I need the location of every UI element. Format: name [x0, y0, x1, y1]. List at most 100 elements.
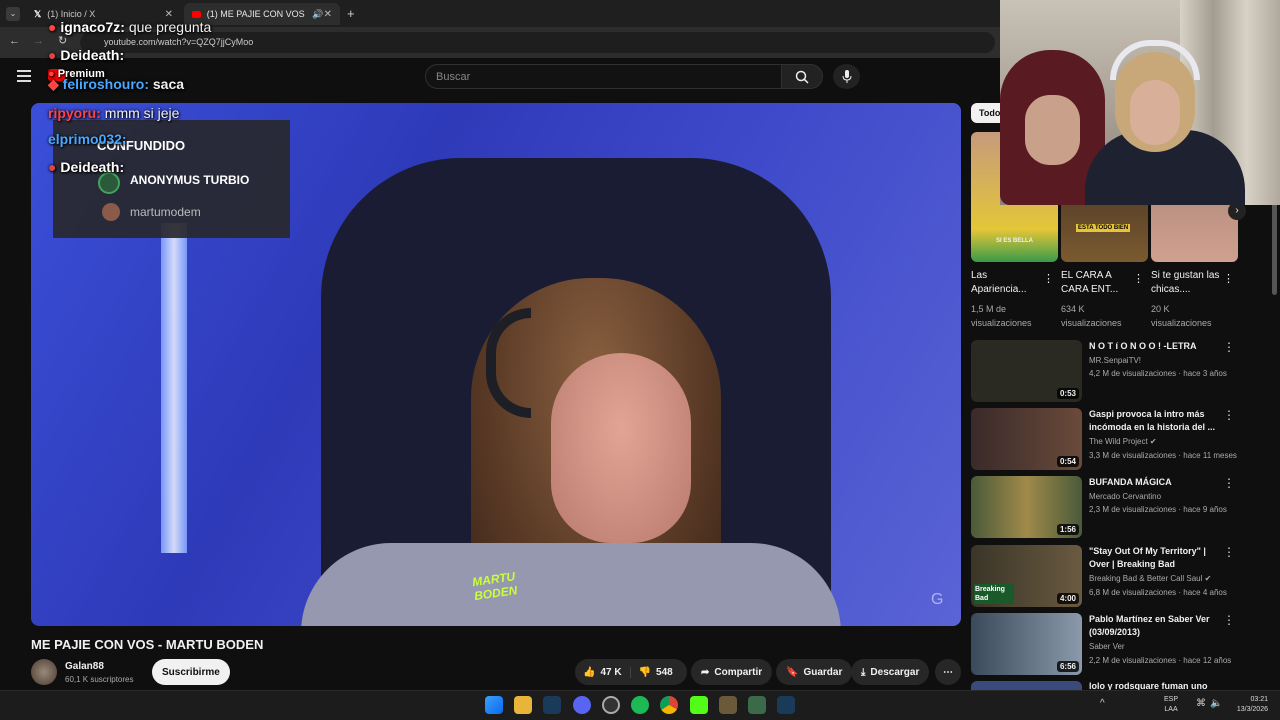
file-explorer-icon[interactable]	[514, 696, 532, 714]
tab-title: (1) ME PAJIE CON VOS - M	[206, 9, 307, 19]
video-menu-icon[interactable]: ⋮	[1223, 613, 1235, 627]
steam-icon[interactable]	[543, 696, 561, 714]
dislike-button[interactable]: 👎 548	[631, 667, 681, 678]
related-video[interactable]: 6:56 Pablo Martínez en Saber Ver (03/09/…	[971, 613, 1251, 677]
channel-watermark-icon: G	[931, 591, 944, 608]
short-menu-icon[interactable]: ⋮	[1133, 272, 1144, 285]
tab-list-button[interactable]: ⌄	[6, 7, 20, 21]
discord-user: ANONYMUS TURBIO	[130, 173, 250, 187]
discord-icon[interactable]	[573, 696, 591, 714]
windows-start-icon[interactable]	[485, 696, 503, 714]
streamer-webcam-overlay	[1000, 0, 1280, 205]
x-logo-icon: 𝕏	[34, 8, 42, 19]
like-dislike-group: 👍 47 K 👎 548	[575, 659, 687, 685]
video-player[interactable]: MARTU BODEN G CONFUNDIDO ANONYMUS TURBIO…	[31, 103, 961, 626]
mic-icon	[842, 69, 851, 83]
video-thumbnail: 0:53	[971, 340, 1082, 402]
video-menu-icon[interactable]: ⋮	[1223, 408, 1235, 422]
url-field[interactable]: youtube.com/watch?v=QZQ7jjCyMoo	[80, 32, 995, 53]
short-menu-icon[interactable]: ⋮	[1223, 272, 1234, 285]
video-thumbnail: Breaking Bad 4:00	[971, 545, 1082, 607]
chat-message: ● Deideath:	[48, 159, 125, 175]
url-text: youtube.com/watch?v=QZQ7jjCyMoo	[104, 37, 254, 47]
chrome-icon[interactable]	[660, 696, 678, 714]
discord-user: martumodem	[130, 205, 201, 219]
download-icon: ⤓	[861, 666, 866, 678]
new-tab-button[interactable]: +	[347, 6, 355, 21]
wifi-icon[interactable]: ⌘	[1196, 698, 1206, 709]
subscribe-button[interactable]: Suscribirme	[152, 659, 230, 685]
youtube-favicon-icon	[192, 10, 201, 18]
speaker-icon[interactable]: 🔊	[312, 9, 323, 20]
chat-badge-icon: ●	[48, 159, 61, 175]
subscriber-count: 60,1 K suscriptores	[65, 675, 134, 684]
minecraft-icon[interactable]	[719, 696, 737, 714]
video-thumbnail: 0:54	[971, 408, 1082, 470]
person-right-face	[1130, 80, 1180, 145]
video-menu-icon[interactable]: ⋮	[1223, 476, 1235, 490]
short-title[interactable]: Si te gustan las chicas....	[1151, 269, 1221, 297]
chat-badge-icon: ●	[48, 19, 61, 35]
short-menu-icon[interactable]: ⋮	[1043, 272, 1054, 285]
more-icon: ⋯	[943, 666, 953, 678]
video-menu-icon[interactable]: ⋮	[1223, 340, 1235, 354]
spotify-icon[interactable]	[631, 696, 649, 714]
chat-message: ripyoru: mmm si jeje	[48, 105, 180, 121]
bookmark-icon: 🔖	[786, 666, 799, 678]
chat-message: elprimo032:	[48, 131, 127, 147]
chat-message: ◆ feliroshouro: saca	[48, 76, 185, 92]
tab-title: (1) Inicio / X	[47, 9, 96, 19]
bedroom-window-light	[161, 223, 187, 553]
streamer-face	[551, 353, 691, 543]
discord-avatar	[98, 172, 120, 194]
close-tab-icon[interactable]: ✕	[324, 9, 332, 20]
chat-message: ● ignaco7z: que pregunta	[48, 19, 212, 35]
search-button[interactable]	[781, 64, 823, 89]
voice-search-button[interactable]	[833, 64, 860, 89]
short-views: 634 K visualizaciones	[1061, 304, 1122, 328]
search-icon	[795, 70, 809, 84]
forward-arrow-icon[interactable]: →	[33, 35, 44, 47]
search-input[interactable]: Buscar	[425, 64, 782, 89]
save-button[interactable]: 🔖 Guardar	[776, 659, 853, 685]
verified-icon: ✔	[1204, 574, 1212, 583]
clock[interactable]: 03:21 13/3/2026	[1228, 695, 1268, 715]
channel-avatar[interactable]	[31, 659, 57, 685]
related-video[interactable]: 0:54 Gaspi provoca la intro más incómoda…	[971, 408, 1251, 472]
share-icon: ➦	[701, 666, 710, 678]
related-video[interactable]: lolo y rodsquare fuman uno	[971, 681, 1251, 690]
download-button[interactable]: ⤓ Descargar	[851, 659, 930, 685]
person-left-face	[1025, 95, 1080, 165]
like-button[interactable]: 👍 47 K	[575, 666, 631, 678]
channel-name[interactable]: Galan88	[65, 661, 104, 672]
more-actions-button[interactable]: ⋯	[935, 659, 961, 685]
hoodie	[301, 543, 841, 626]
video-title: ME PAJIE CON VOS - MARTU BODEN	[31, 637, 264, 652]
chat-badge-icon: ●	[48, 47, 61, 63]
language-indicator[interactable]: ESP LAA	[1164, 695, 1178, 715]
video-thumbnail	[971, 681, 1082, 690]
short-views: 1,5 M de visualizaciones	[971, 304, 1032, 328]
related-video[interactable]: Breaking Bad 4:00 "Stay Out Of My Territo…	[971, 545, 1251, 609]
close-tab-icon[interactable]: ✕	[165, 9, 173, 20]
share-button[interactable]: ➦ Compartir	[691, 659, 773, 685]
related-video[interactable]: 1:56 BUFANDA MÁGICA Mercado Cervantino 2…	[971, 476, 1251, 540]
short-title[interactable]: Las Apariencia...	[971, 269, 1036, 297]
tray-chevron-icon[interactable]: ^	[1100, 698, 1105, 709]
thumbs-down-icon: 👎	[638, 666, 652, 678]
verified-icon: ✔	[1149, 437, 1157, 446]
discord-avatar	[102, 203, 120, 221]
related-video[interactable]: 0:53 N O T í O N O O ! -LETRA MR.SenpaiT…	[971, 340, 1251, 404]
short-title[interactable]: EL CARA A CARA ENT...	[1061, 269, 1126, 297]
game-launcher-icon[interactable]	[748, 696, 766, 714]
video-menu-icon[interactable]: ⋮	[1223, 545, 1235, 559]
volume-icon[interactable]: 🔈	[1210, 698, 1222, 709]
reload-icon[interactable]: ↻	[58, 34, 67, 47]
back-arrow-icon[interactable]: ←	[9, 35, 20, 47]
kick-icon[interactable]	[690, 696, 708, 714]
video-thumbnail: 1:56	[971, 476, 1082, 538]
obs-icon[interactable]	[602, 696, 620, 714]
menu-icon[interactable]	[17, 70, 31, 82]
steam-icon-2[interactable]	[777, 696, 795, 714]
chat-badge-icon: ◆	[48, 76, 63, 92]
